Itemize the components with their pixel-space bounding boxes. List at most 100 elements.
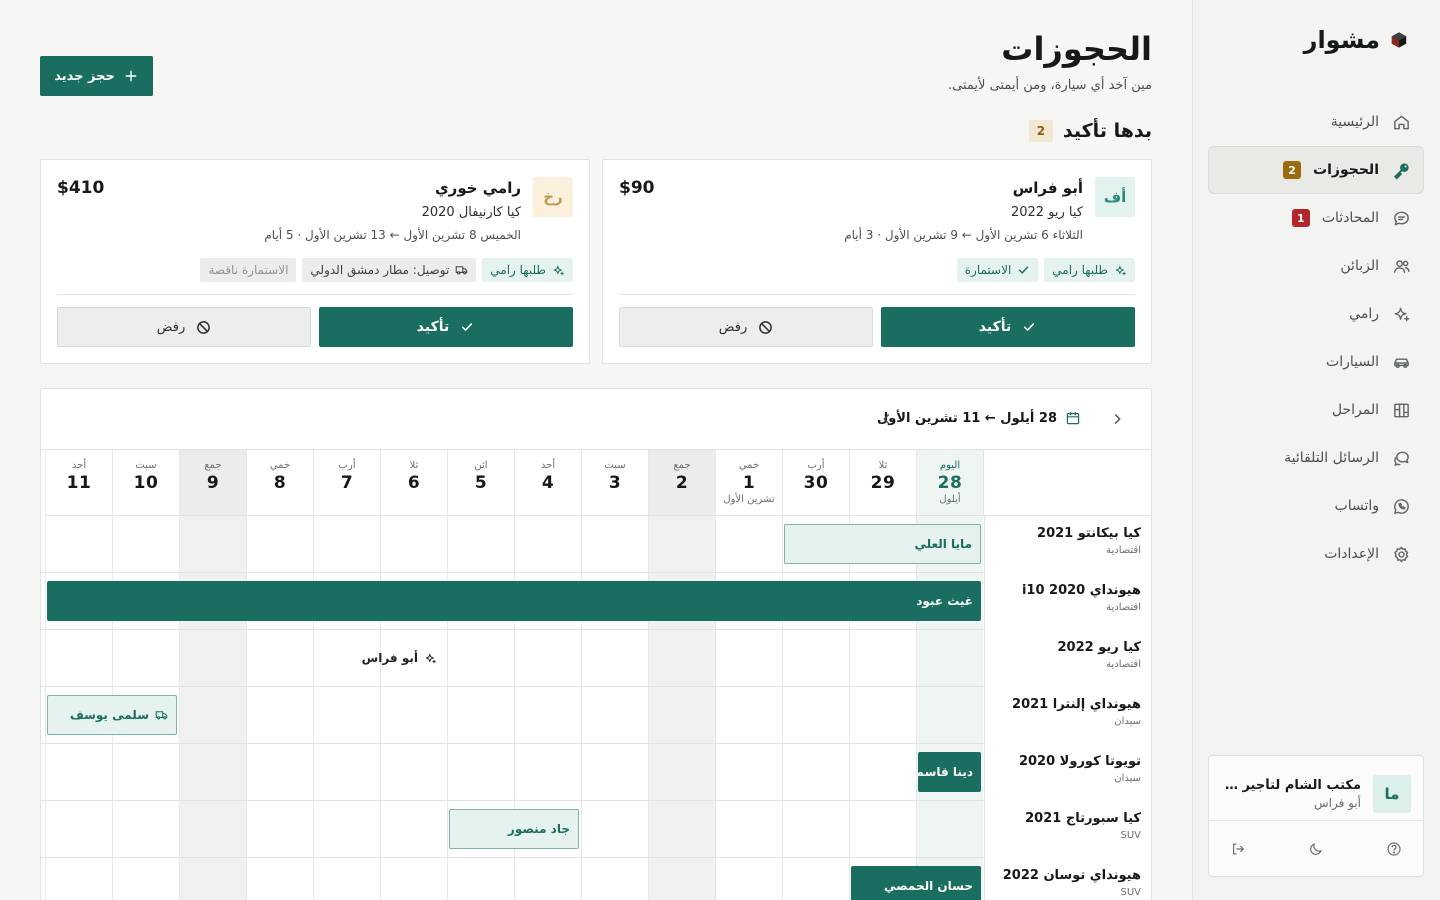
sidebar-item-label: الرسائل التلقائية xyxy=(1284,450,1379,466)
booking-tag: طلبها رامي xyxy=(1044,258,1135,282)
day-header[interactable]: أحد 4 xyxy=(514,450,581,516)
day-header[interactable]: سبت 10 xyxy=(112,450,179,516)
day-number: 3 xyxy=(608,473,622,493)
sidebar-item-6[interactable]: المراحل xyxy=(1208,386,1424,434)
moon-icon[interactable] xyxy=(1307,840,1325,858)
car-class: SUV xyxy=(1120,887,1141,898)
booking-bar[interactable]: غيث عبود xyxy=(47,581,981,621)
car-label[interactable]: كيا ريو 2022 اقتصادية xyxy=(984,630,1151,687)
sidebar-item-1[interactable]: الحجوزات 2 xyxy=(1208,146,1424,194)
booking-tag-label: طلبها رامي xyxy=(1052,263,1108,277)
sidebar-item-9[interactable]: الإعدادات xyxy=(1208,530,1424,578)
org-switcher[interactable]: ما مكتب الشام لتأجير السيارات أبو فراس xyxy=(1209,756,1423,820)
sidebar: مشوار الرئيسية الحجوزات 2 المحادثات 1 الزبائن… xyxy=(1192,0,1440,900)
org-actions xyxy=(1209,821,1423,877)
calendar-range[interactable]: 28 أيلول ← 11 تشرين الأول xyxy=(877,410,1081,426)
day-header[interactable]: خمي 8 xyxy=(246,450,313,516)
chevron-right-icon[interactable] xyxy=(1107,409,1127,429)
org-user: أبو فراس xyxy=(1313,796,1361,810)
sidebar-item-label: الحجوزات xyxy=(1313,162,1379,178)
day-name: ثلا xyxy=(878,460,888,471)
logout-icon[interactable] xyxy=(1229,840,1247,858)
brand[interactable]: مشوار xyxy=(1304,26,1408,54)
reject-button[interactable]: رفض xyxy=(619,307,873,347)
day-header[interactable]: جمع 9 xyxy=(179,450,246,516)
car-label[interactable]: كيا سبورتاج 2021 SUV xyxy=(984,801,1151,858)
day-number: 11 xyxy=(66,473,92,493)
sparkle-icon xyxy=(1114,264,1127,277)
calendar: 28 أيلول ← 11 تشرين الأول اليوم 28 أيلول ثل… xyxy=(40,388,1152,900)
customer-name[interactable]: أبو فراس xyxy=(1013,179,1083,197)
sidebar-item-4[interactable]: رامي xyxy=(1208,290,1424,338)
customer-name[interactable]: رامي خوري xyxy=(435,179,521,197)
sidebar-item-0[interactable]: الرئيسية xyxy=(1208,98,1424,146)
booking-tag: توصيل: مطار دمشق الدولي xyxy=(302,258,477,282)
car-name: كيا ريو 2022 xyxy=(1057,640,1141,655)
messages-icon xyxy=(1391,448,1411,468)
users-icon xyxy=(1391,256,1411,276)
booking-price: $90 xyxy=(619,178,655,198)
day-header[interactable]: اثن 5 xyxy=(447,450,514,516)
chevron-left-icon[interactable] xyxy=(877,409,897,429)
calendar-icon xyxy=(1065,410,1081,426)
car-class: SUV xyxy=(1120,830,1141,841)
day-number: 1 xyxy=(742,473,756,493)
day-header[interactable]: أرب 30 xyxy=(782,450,849,516)
car-row: هيونداي إلنترا 2021 سيدان سلمى يوسف xyxy=(41,687,1151,744)
day-header[interactable]: جمع 2 xyxy=(648,450,715,516)
car-label[interactable]: هيونداي i10 2020 اقتصادية xyxy=(984,573,1151,630)
day-name: اليوم xyxy=(939,460,961,471)
booking-bar[interactable]: جاد منصور xyxy=(449,809,579,849)
sidebar-item-2[interactable]: المحادثات 1 xyxy=(1208,194,1424,242)
day-header[interactable]: خمي 1 تشرين الأول xyxy=(715,450,782,516)
car-label[interactable]: هيونداي إلنترا 2021 سيدان xyxy=(984,687,1151,744)
car-name: تويوتا كورولا 2020 xyxy=(1018,754,1141,769)
org-card: ما مكتب الشام لتأجير السيارات أبو فراس xyxy=(1208,755,1424,877)
sidebar-item-label: الزبائن xyxy=(1340,258,1379,274)
truck-icon xyxy=(155,709,168,722)
day-name: ثلا xyxy=(409,460,419,471)
car-name: هيونداي i10 2020 xyxy=(1021,583,1141,598)
booking-dates: الثلاثاء 6 تشرين الأول ← 9 تشرين الأول ·… xyxy=(844,228,1083,242)
booking-bar[interactable]: أبو فراس xyxy=(248,638,445,678)
day-header[interactable]: ثلا 29 xyxy=(849,450,916,516)
booking-customer: جاد منصور xyxy=(507,822,570,836)
booking-tag: الاستمارة xyxy=(956,258,1039,282)
confirm-button[interactable]: تأكيد xyxy=(319,307,573,347)
sidebar-item-8[interactable]: واتساب xyxy=(1208,482,1424,530)
help-icon[interactable] xyxy=(1385,840,1403,858)
day-header[interactable]: أرب 7 xyxy=(313,450,380,516)
page-subtitle: مين آخد أي سيارة، ومن أيمتى لأيمتى. xyxy=(948,78,1152,93)
day-header[interactable]: ثلا 6 xyxy=(380,450,447,516)
day-month: أيلول xyxy=(939,494,961,505)
day-number: 8 xyxy=(273,473,287,493)
day-header[interactable]: أحد 11 xyxy=(45,450,112,516)
booking-bar[interactable]: مايا العلي xyxy=(784,524,981,564)
sidebar-item-5[interactable]: السيارات xyxy=(1208,338,1424,386)
ban-icon xyxy=(195,319,211,335)
card-divider xyxy=(57,294,573,295)
car-class: سيدان xyxy=(1114,716,1141,727)
car-label[interactable]: تويوتا كورولا 2020 سيدان xyxy=(984,744,1151,801)
reject-label: رفض xyxy=(718,319,748,335)
new-booking-button[interactable]: حجز جديد xyxy=(40,56,153,96)
car-label[interactable]: كيا بيكانتو 2021 اقتصادية xyxy=(984,516,1151,573)
sidebar-item-3[interactable]: الزبائن xyxy=(1208,242,1424,290)
car-label[interactable]: هيونداي توسان 2022 SUV xyxy=(984,858,1151,900)
reject-button[interactable]: رفض xyxy=(57,307,311,347)
booking-customer: أبو فراس xyxy=(361,651,418,665)
booking-price: $410 xyxy=(57,178,105,198)
sparkle-icon xyxy=(552,264,565,277)
confirm-button[interactable]: تأكيد xyxy=(881,307,1135,347)
car-class: سيدان xyxy=(1114,773,1141,784)
day-header[interactable]: سبت 3 xyxy=(581,450,648,516)
gear-icon xyxy=(1391,544,1411,564)
sidebar-item-badge: 2 xyxy=(1283,161,1302,179)
confirm-label: تأكيد xyxy=(416,319,450,335)
booking-bar[interactable]: سلمى يوسف xyxy=(47,695,177,735)
day-header[interactable]: اليوم 28 أيلول xyxy=(916,450,983,516)
sidebar-item-7[interactable]: الرسائل التلقائية xyxy=(1208,434,1424,482)
day-name: خمي xyxy=(738,460,760,471)
booking-bar[interactable]: حسان الحمصي xyxy=(851,866,981,900)
booking-bar[interactable]: دينا قاسم xyxy=(915,752,981,792)
